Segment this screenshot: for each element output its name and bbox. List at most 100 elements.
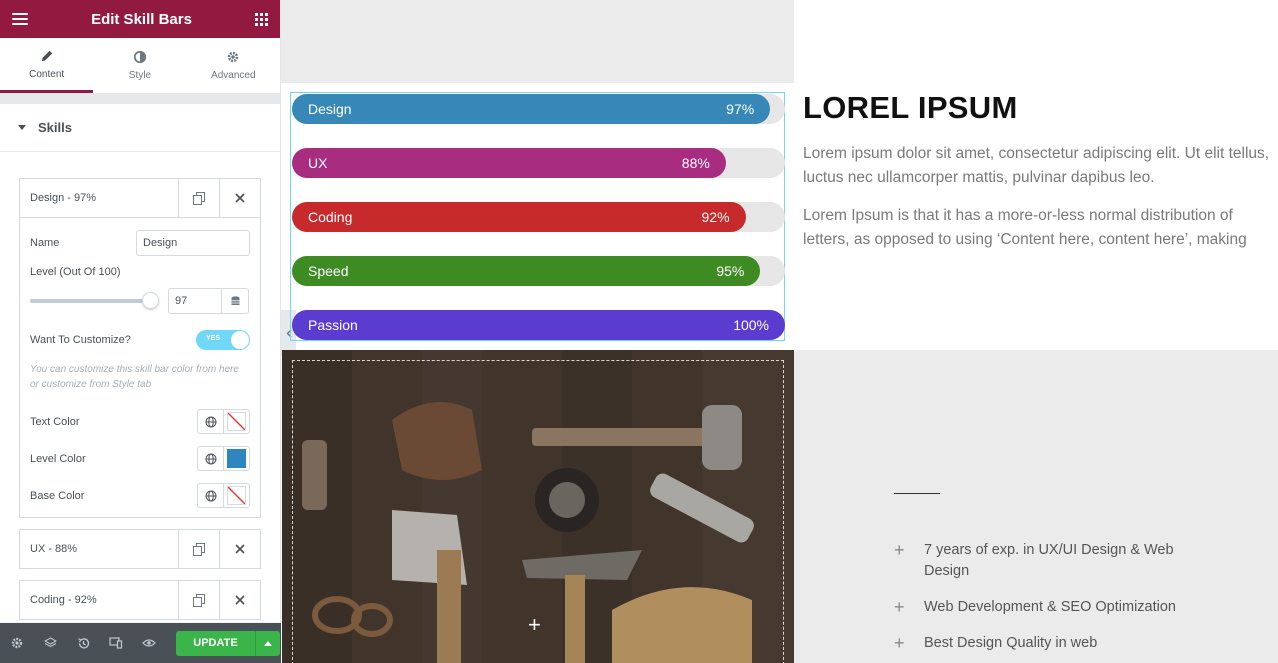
tab-style-label: Style bbox=[128, 70, 152, 81]
level-label: Level (Out Of 100) bbox=[30, 266, 121, 278]
skill-bar-name: Coding bbox=[308, 209, 353, 225]
section-skills-body: Design - 97% Name Level (Out Of 100) bbox=[0, 152, 280, 622]
toggle-knob bbox=[231, 331, 249, 349]
tab-content[interactable]: Content bbox=[0, 38, 94, 93]
feature-list: + 7 years of exp. in UX/UI Design & Web … bbox=[894, 540, 1214, 663]
skill-bar-fill: Speed 95% bbox=[292, 256, 761, 286]
base-color-control bbox=[197, 483, 250, 508]
level-input[interactable] bbox=[168, 288, 222, 314]
remove-button[interactable] bbox=[219, 530, 260, 568]
preview-eye-icon[interactable] bbox=[140, 634, 158, 652]
skill-bar-percent: 88% bbox=[681, 155, 710, 171]
preview-canvas: Design 97% UX 88% Coding 92% Speed 95% Passion 10… bbox=[281, 0, 1278, 663]
history-icon[interactable] bbox=[74, 634, 92, 652]
base-color-label: Base Color bbox=[30, 489, 85, 502]
plus-icon: + bbox=[894, 633, 905, 653]
list-item: + Best Design Quality in web bbox=[894, 633, 1214, 654]
global-colors-button[interactable] bbox=[198, 484, 224, 507]
skill-bar-track: Passion 100% bbox=[292, 310, 785, 340]
section-heading: LOREL IPSUM bbox=[803, 90, 1018, 125]
skill-bar-fill: Design 97% bbox=[292, 94, 771, 124]
global-colors-button[interactable] bbox=[198, 410, 224, 433]
list-item-text: Best Design Quality in web bbox=[924, 635, 1098, 651]
skill-bar-fill: Passion 100% bbox=[292, 310, 785, 340]
level-slider-row bbox=[30, 288, 250, 314]
level-color-row: Level Color bbox=[30, 445, 250, 472]
text-color-control bbox=[197, 409, 250, 434]
level-slider-handle[interactable] bbox=[142, 292, 160, 309]
customize-row: Want To Customize? YES bbox=[30, 330, 250, 350]
tab-advanced[interactable]: Advanced bbox=[187, 38, 280, 93]
skill-bar-percent: 95% bbox=[716, 263, 745, 279]
paragraph-2-line-1: Lorem Ipsum is that it has a more-or-les… bbox=[803, 207, 1233, 224]
update-options-button[interactable] bbox=[255, 630, 280, 656]
customize-hint: You can customize this skill bar color f… bbox=[30, 364, 239, 390]
skill-bar-fill: Coding 92% bbox=[292, 202, 746, 232]
list-item: + Web Development & SEO Optimization bbox=[894, 597, 1214, 618]
tab-style[interactable]: Style bbox=[93, 38, 186, 93]
repeater-item-title[interactable]: Design - 97% bbox=[20, 179, 178, 217]
remove-button[interactable] bbox=[219, 581, 260, 619]
level-color-chip bbox=[227, 449, 246, 468]
menu-icon[interactable] bbox=[12, 13, 28, 25]
skill-bar-name: Design bbox=[308, 101, 352, 117]
paragraph-1: Lorem ipsum dolor sit amet, consectetur … bbox=[803, 142, 1278, 190]
globe-icon bbox=[205, 453, 216, 464]
repeater-item-header: UX - 88% bbox=[20, 530, 260, 568]
level-color-swatch[interactable] bbox=[224, 447, 249, 470]
widgets-grid-icon[interactable] bbox=[255, 12, 268, 26]
repeater-item-header: Coding - 92% bbox=[20, 581, 260, 619]
duplicate-button[interactable] bbox=[178, 581, 219, 619]
skill-bar-name: UX bbox=[308, 155, 328, 171]
text-column: LOREL IPSUM Lorem ipsum dolor sit amet, … bbox=[803, 90, 1278, 252]
contrast-icon bbox=[133, 50, 147, 64]
skill-bar-percent: 97% bbox=[726, 101, 755, 117]
close-icon bbox=[235, 595, 245, 605]
navigator-layers-icon[interactable] bbox=[41, 634, 59, 652]
toggle-yes-label: YES bbox=[206, 335, 221, 342]
copy-icon bbox=[193, 191, 205, 205]
skill-bar-fill: UX 88% bbox=[292, 148, 726, 178]
repeater-item-title[interactable]: Coding - 92% bbox=[20, 581, 178, 619]
responsive-mode-icon[interactable] bbox=[107, 634, 125, 652]
tab-advanced-label: Advanced bbox=[211, 70, 256, 81]
paragraph-2-line-2: letters, as opposed to using ‘Content he… bbox=[803, 231, 1247, 248]
update-button[interactable]: UPDATE bbox=[176, 630, 255, 656]
database-icon bbox=[231, 295, 239, 305]
section-title: Skills bbox=[38, 120, 72, 135]
skill-bar-track: Coding 92% bbox=[292, 202, 785, 232]
tab-content-label: Content bbox=[29, 68, 65, 80]
name-input[interactable] bbox=[136, 230, 250, 256]
repeater-item-ux: UX - 88% bbox=[19, 529, 261, 569]
skill-bar-percent: 100% bbox=[733, 317, 769, 333]
panel-gap bbox=[0, 94, 280, 104]
close-icon bbox=[235, 193, 245, 203]
duplicate-button[interactable] bbox=[178, 179, 219, 217]
skill-bars-widget[interactable]: Design 97% UX 88% Coding 92% Speed 95% Passion 10… bbox=[290, 92, 785, 341]
repeater-item-coding: Coding - 92% bbox=[19, 580, 261, 620]
add-element-plus-icon[interactable]: + bbox=[528, 612, 541, 638]
paragraph-2: Lorem Ipsum is that it has a more-or-les… bbox=[803, 204, 1278, 252]
globe-icon bbox=[205, 416, 216, 427]
global-colors-button[interactable] bbox=[198, 447, 224, 470]
top-grey-block bbox=[281, 0, 794, 83]
text-color-swatch[interactable] bbox=[224, 410, 249, 433]
remove-button[interactable] bbox=[219, 179, 260, 217]
caret-up-icon bbox=[264, 640, 272, 646]
section-skills-header[interactable]: Skills bbox=[0, 104, 280, 152]
repeater-item-header: Design - 97% bbox=[20, 179, 260, 217]
skill-bar-track: Speed 95% bbox=[292, 256, 785, 286]
paragraph-1-line-1: Lorem ipsum dolor sit amet, consectetur … bbox=[803, 145, 1270, 162]
level-slider[interactable] bbox=[30, 292, 160, 309]
duplicate-button[interactable] bbox=[178, 530, 219, 568]
name-label: Name bbox=[30, 237, 60, 249]
base-color-swatch[interactable] bbox=[224, 484, 249, 507]
customize-toggle[interactable]: YES bbox=[196, 330, 250, 350]
base-color-row: Base Color bbox=[30, 482, 250, 509]
dynamic-tags-button[interactable] bbox=[222, 288, 249, 314]
settings-icon[interactable] bbox=[8, 634, 26, 652]
repeater-item-title[interactable]: UX - 88% bbox=[20, 530, 178, 568]
editor-panel: Edit Skill Bars Content Style Advanced S… bbox=[0, 0, 281, 663]
empty-color-icon bbox=[227, 412, 246, 431]
copy-icon bbox=[193, 542, 205, 556]
